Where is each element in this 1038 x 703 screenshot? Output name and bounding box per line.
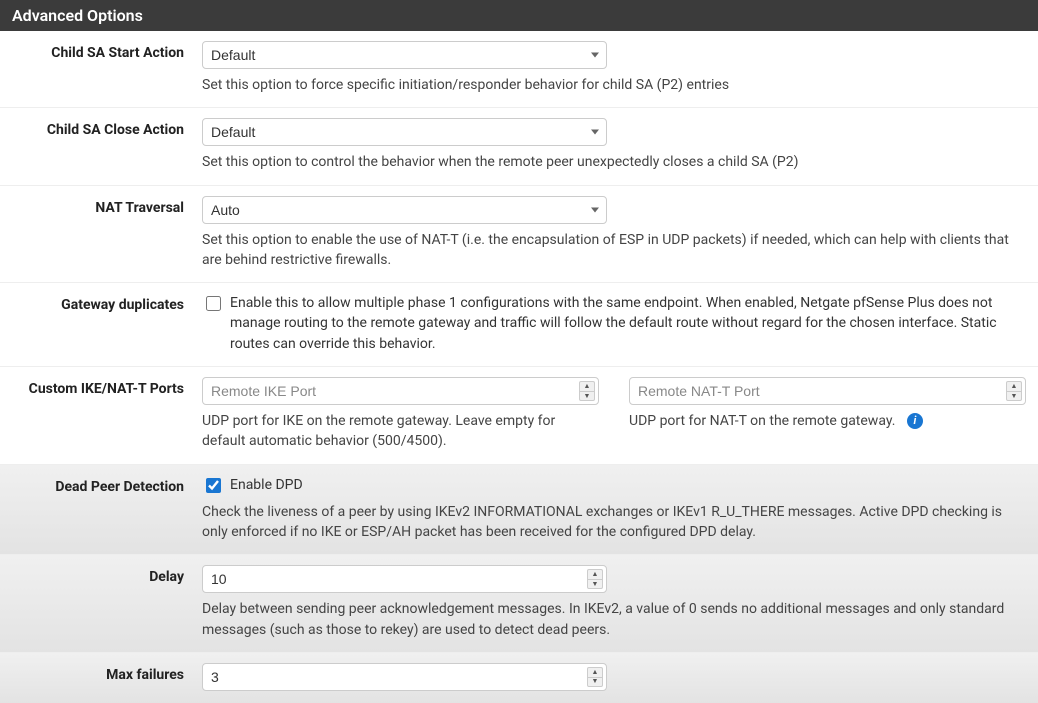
label-dpd: Dead Peer Detection [12,475,202,495]
label-gateway-duplicates: Gateway duplicates [12,293,202,313]
help-child-sa-close: Set this option to control the behavior … [202,152,1026,172]
label-nat-traversal: NAT Traversal [12,196,202,216]
checkbox-enable-dpd[interactable] [206,478,221,493]
row-max-failures: Max failures ▲ ▼ [0,653,1038,703]
help-remote-natt-port: UDP port for NAT-T on the remote gateway… [629,411,1026,431]
input-remote-natt-port[interactable] [629,377,1026,405]
stepper-max-failures[interactable]: ▲ ▼ [587,665,603,689]
row-custom-ports: Custom IKE/NAT-T Ports ▲ ▼ UDP port for … [0,367,1038,465]
stepper-remote-natt-port[interactable]: ▲ ▼ [1006,379,1022,403]
panel-title: Advanced Options [12,6,143,25]
label-delay: Delay [12,565,202,585]
label-child-sa-close: Child SA Close Action [12,118,202,138]
row-dpd: Dead Peer Detection Enable DPD Check the… [0,465,1038,556]
select-nat-traversal[interactable]: Auto [202,196,607,224]
input-max-failures[interactable] [202,663,607,691]
label-custom-ports: Custom IKE/NAT-T Ports [12,377,202,397]
row-gateway-duplicates: Gateway duplicates Enable this to allow … [0,283,1038,367]
checkbox-gateway-duplicates[interactable] [206,296,221,311]
label-max-failures: Max failures [12,663,202,683]
info-icon[interactable]: i [907,413,923,429]
select-nat-traversal-input[interactable]: Auto [202,196,607,224]
help-remote-ike-port: UDP port for IKE on the remote gateway. … [202,411,599,452]
panel-header: Advanced Options [0,0,1038,31]
stepper-down-icon[interactable]: ▼ [587,677,603,687]
select-child-sa-close-input[interactable]: Default [202,118,607,146]
stepper-delay[interactable]: ▲ ▼ [587,567,603,591]
stepper-up-icon[interactable]: ▲ [1006,381,1022,391]
row-child-sa-start: Child SA Start Action Default Set this o… [0,31,1038,108]
checkbox-text-gateway-duplicates: Enable this to allow multiple phase 1 co… [230,293,1026,354]
stepper-down-icon[interactable]: ▼ [579,391,595,401]
row-nat-traversal: NAT Traversal Auto Set this option to en… [0,186,1038,284]
stepper-remote-ike-port[interactable]: ▲ ▼ [579,379,595,403]
label-child-sa-start: Child SA Start Action [12,41,202,61]
stepper-up-icon[interactable]: ▲ [587,569,603,579]
input-delay[interactable] [202,565,607,593]
help-nat-traversal: Set this option to enable the use of NAT… [202,230,1026,271]
stepper-down-icon[interactable]: ▼ [587,579,603,589]
select-child-sa-start-input[interactable]: Default [202,41,607,69]
stepper-up-icon[interactable]: ▲ [579,381,595,391]
row-delay: Delay ▲ ▼ Delay between sending peer ack… [0,555,1038,653]
input-remote-ike-port[interactable] [202,377,599,405]
help-delay: Delay between sending peer acknowledgeme… [202,599,1026,640]
checkbox-text-dpd: Enable DPD [230,475,1026,495]
select-child-sa-close[interactable]: Default [202,118,607,146]
stepper-down-icon[interactable]: ▼ [1006,391,1022,401]
stepper-up-icon[interactable]: ▲ [587,667,603,677]
help-child-sa-start: Set this option to force specific initia… [202,75,1026,95]
help-dpd: Check the liveness of a peer by using IK… [202,502,1026,543]
row-child-sa-close: Child SA Close Action Default Set this o… [0,108,1038,185]
select-child-sa-start[interactable]: Default [202,41,607,69]
